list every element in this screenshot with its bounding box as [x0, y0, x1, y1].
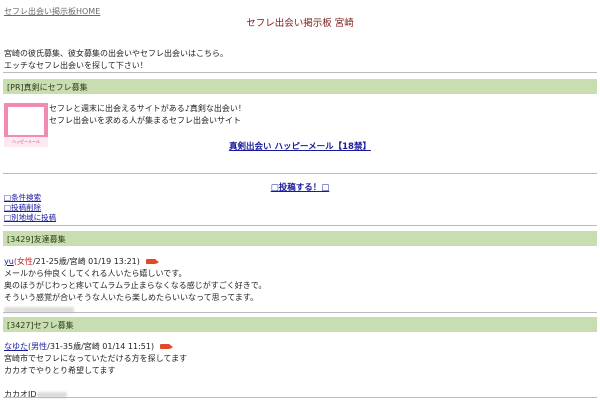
pr-line-2: セフレ出会いを求める人が集まるセフレ出会いサイト	[49, 116, 241, 125]
post-heading: [3427]セフレ募集	[7, 321, 74, 330]
intro-text: 宮崎の彼氏募集、彼女募集の出会いやセフレ出会いはこちら。 エッチなセフレ出会いを…	[4, 48, 228, 72]
mail-icon[interactable]	[145, 259, 159, 264]
post-heading-band: [3427]セフレ募集	[3, 317, 597, 332]
mail-icon[interactable]	[160, 344, 174, 349]
intro-line-2: エッチなセフレ出会いを探して下さい！	[4, 61, 148, 70]
divider	[3, 312, 597, 313]
banner-inner	[8, 107, 44, 135]
poster-meta: /31-35歳/宮崎 01/14 11:51)	[47, 342, 155, 351]
pr-heading-band: [PR]真剣にセフレ募集	[3, 79, 597, 94]
post-meta-row: なゆた(男性/31-35歳/宮崎 01/14 11:51)	[4, 341, 187, 353]
post-entry: yu(女性/21-25歳/宮崎 01/19 13:21) メールから仲良くしてく…	[4, 256, 266, 316]
poster-gender: (男性	[28, 342, 48, 351]
post-button[interactable]: □投稿する！□	[0, 181, 600, 193]
post-meta-row: yu(女性/21-25歳/宮崎 01/19 13:21)	[4, 256, 266, 268]
action-links: □条件検索 □投稿削除 □別地域に投稿	[4, 193, 56, 223]
post-heading-band: [3429]友達募集	[3, 231, 597, 246]
page-title: セフレ出会い掲示板 宮崎	[246, 18, 354, 29]
divider	[3, 225, 597, 226]
divider	[3, 397, 597, 398]
divider	[3, 72, 597, 73]
post-line: そういう感覚が合いそうな人いたら楽しめたらいいなって思ってます。	[4, 293, 258, 302]
post-redacted-row	[4, 304, 266, 316]
post-line: 宮崎市でセフレになっていただける方を探してます	[4, 354, 187, 363]
delete-link[interactable]: □投稿削除	[4, 203, 56, 213]
post-contact-row: カカオID	[4, 389, 187, 401]
pr-description: セフレと週末に出会えるサイトがある♪真剣な出会い！ セフレ出会いを求める人が集ま…	[49, 103, 246, 127]
pr-line-1: セフレと週末に出会えるサイトがある♪真剣な出会い！	[49, 104, 246, 113]
search-link[interactable]: □条件検索	[4, 193, 56, 203]
poster-name-link[interactable]: yu	[4, 257, 14, 266]
poster-meta: /21-25歳/宮崎 01/19 13:21)	[32, 257, 140, 266]
post-entry: なゆた(男性/31-35歳/宮崎 01/14 11:51) 宮崎市でセフレになっ…	[4, 341, 187, 401]
poster-gender: (女性	[13, 257, 33, 266]
pr-ad-link[interactable]: 真剣出会い ハッピーメール【18禁】	[0, 140, 600, 152]
divider	[3, 173, 597, 174]
other-region-link[interactable]: □別地域に投稿	[4, 213, 56, 223]
poster-name-link[interactable]: なゆた	[4, 342, 28, 351]
post-heading: [3429]友達募集	[7, 235, 66, 244]
post-line: 奥のほうがじわっと疼いてムラムラ止まらなくなる感じがすごく好きで。	[4, 281, 267, 290]
intro-line-1: 宮崎の彼氏募集、彼女募集の出会いやセフレ出会いはこちら。	[4, 49, 228, 58]
post-line: カカオでやりとり希望してます	[4, 366, 116, 375]
pr-heading: [PR]真剣にセフレ募集	[7, 83, 88, 92]
post-line: メールから仲良くしてくれる人いたら嬉しいです。	[4, 269, 187, 278]
